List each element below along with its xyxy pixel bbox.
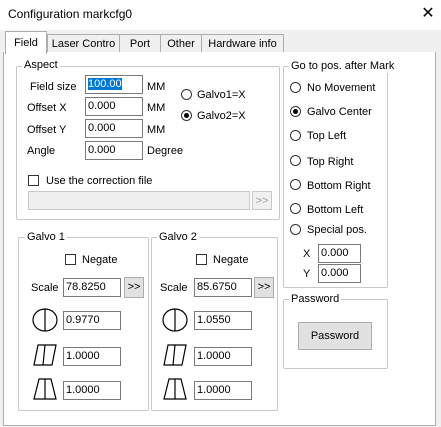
parallelogram-distortion-icon — [163, 344, 187, 366]
galvo1-trapezoid-input[interactable]: 1.0000 — [63, 381, 121, 400]
barrel-distortion-icon — [32, 308, 58, 332]
galvo2-trapezoid-input[interactable]: 1.0000 — [194, 381, 252, 400]
galvo2-x-label: Galvo2=X — [197, 110, 246, 122]
offset-y-label: Offset Y — [27, 124, 67, 136]
special-y-input[interactable]: 0.000 — [318, 264, 361, 283]
password-button[interactable]: Password — [298, 322, 372, 350]
goto-galvo-center-radio[interactable] — [290, 106, 301, 117]
offset-x-input[interactable]: 0.000 — [85, 97, 143, 116]
special-x-input[interactable]: 0.000 — [318, 244, 361, 263]
galvo1-scale-button[interactable]: >> — [124, 277, 144, 298]
goto-top-left-label: Top Left — [307, 130, 347, 142]
goto-top-right-radio[interactable] — [290, 155, 301, 166]
goto-bottom-left-radio[interactable] — [290, 203, 301, 214]
tab-laser-control[interactable]: Laser Contro — [47, 34, 120, 53]
galvo2-parallelogram-input[interactable]: 1.0000 — [194, 347, 252, 366]
tab-hardware-info[interactable]: Hardware info — [201, 34, 284, 53]
offset-y-input[interactable]: 0.000 — [85, 119, 143, 138]
galvo2-group-title: Galvo 2 — [157, 230, 199, 244]
angle-input[interactable]: 0.000 — [85, 141, 143, 160]
galvo2-barrel-input[interactable]: 1.0550 — [194, 311, 252, 330]
goto-top-right-label: Top Right — [307, 156, 354, 168]
close-icon[interactable]: ✕ — [418, 4, 438, 24]
special-y-label: Y — [303, 268, 311, 280]
goto-top-left-radio[interactable] — [290, 130, 301, 141]
window-title: Configuration markcfg0 — [8, 7, 133, 21]
goto-bottom-right-label: Bottom Right — [307, 180, 371, 192]
tab-port[interactable]: Port — [119, 34, 161, 53]
galvo1-barrel-input[interactable]: 0.9770 — [63, 311, 121, 330]
field-size-input[interactable]: 100.00 — [85, 75, 143, 94]
galvo1-parallelogram-input[interactable]: 1.0000 — [63, 347, 121, 366]
galvo2-scale-label: Scale — [160, 282, 188, 294]
tab-field[interactable]: Field — [5, 31, 47, 54]
goto-special-pos-radio[interactable] — [290, 224, 301, 235]
goto-bottom-left-label: Bottom Left — [307, 204, 364, 216]
galvo2-scale-input[interactable]: 85.6750 — [194, 278, 252, 297]
field-size-unit: MM — [147, 81, 166, 93]
trapezoid-distortion-icon — [163, 378, 187, 400]
field-size-label: Field size — [30, 81, 77, 93]
parallelogram-distortion-icon — [33, 344, 57, 366]
goto-no-movement-label: No Movement — [307, 82, 376, 94]
galvo1-scale-label: Scale — [31, 282, 59, 294]
use-correction-label: Use the correction file — [46, 175, 153, 187]
galvo2-x-radio[interactable] — [181, 110, 192, 121]
offset-x-label: Offset X — [27, 102, 67, 114]
goto-no-movement-radio[interactable] — [290, 82, 301, 93]
aspect-group-title: Aspect — [22, 58, 60, 72]
barrel-distortion-icon — [162, 308, 188, 332]
offset-x-unit: MM — [147, 102, 166, 114]
galvo2-scale-button[interactable]: >> — [254, 277, 274, 298]
offset-y-unit: MM — [147, 124, 166, 136]
correction-file-field[interactable] — [28, 191, 250, 210]
special-x-label: X — [303, 248, 311, 260]
galvo1-x-label: Galvo1=X — [197, 89, 246, 101]
galvo1-group-title: Galvo 1 — [25, 230, 67, 244]
galvo1-negate-checkbox[interactable] — [65, 254, 76, 265]
goto-bottom-right-radio[interactable] — [290, 179, 301, 190]
angle-unit: Degree — [147, 145, 184, 157]
use-correction-checkbox[interactable] — [28, 175, 39, 186]
trapezoid-distortion-icon — [33, 378, 57, 400]
correction-browse-button[interactable]: >> — [252, 191, 272, 210]
galvo1-scale-input[interactable]: 78.8250 — [63, 278, 121, 297]
goto-pos-group-title: Go to pos. after Mark — [289, 59, 397, 73]
angle-label: Angle — [27, 145, 56, 157]
goto-galvo-center-label: Galvo Center — [307, 106, 372, 118]
goto-special-pos-label: Special pos. — [307, 224, 367, 236]
galvo2-negate-checkbox[interactable] — [196, 254, 207, 265]
tab-other[interactable]: Other — [160, 34, 202, 53]
galvo1-negate-label: Negate — [82, 254, 118, 266]
password-group-title: Password — [289, 292, 342, 306]
galvo2-negate-label: Negate — [213, 254, 249, 266]
galvo1-x-radio[interactable] — [181, 89, 192, 100]
